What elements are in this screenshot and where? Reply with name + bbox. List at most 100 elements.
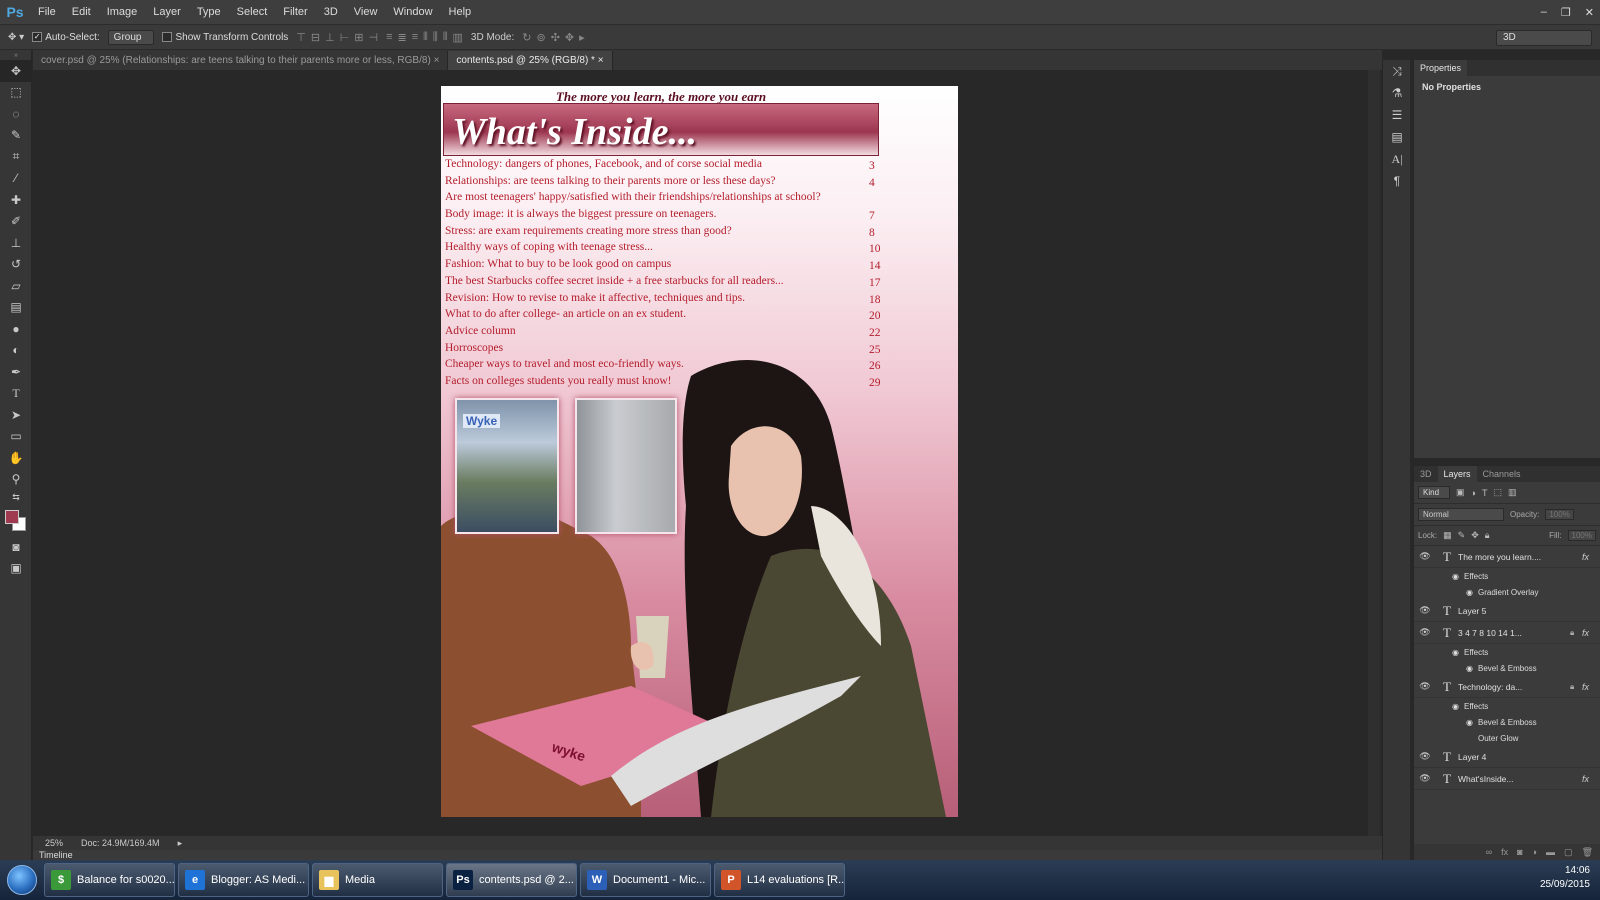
- blur-tool-icon[interactable]: ●: [0, 318, 32, 340]
- delete-layer-icon[interactable]: 🗑︎: [1582, 847, 1593, 858]
- visibility-eye-icon[interactable]: 👁︎: [1414, 627, 1436, 638]
- align-top-icon[interactable]: ⊤: [296, 31, 306, 44]
- opacity-field[interactable]: 100%: [1545, 509, 1574, 520]
- tab-properties[interactable]: Properties: [1414, 60, 1468, 76]
- lock-pixels-icon[interactable]: ✎: [1458, 530, 1466, 541]
- 3d-pan-icon[interactable]: ✣: [551, 31, 560, 44]
- align-vcenter-icon[interactable]: ⊟: [311, 31, 320, 44]
- effects-group[interactable]: ◉ Effects: [1414, 698, 1600, 714]
- timeline-panel[interactable]: Timeline: [33, 850, 1382, 860]
- tab-3d[interactable]: 3D: [1414, 466, 1438, 482]
- layer-kind-dropdown[interactable]: Kind: [1418, 486, 1451, 499]
- zoom-tool-icon[interactable]: ⚲: [0, 469, 32, 491]
- fx-badge[interactable]: fx: [1582, 552, 1600, 562]
- layer-row[interactable]: 👁︎ T What'sInside... fx: [1414, 768, 1600, 790]
- brush-tool-icon[interactable]: ✐: [0, 211, 32, 233]
- effects-group[interactable]: ◉ Effects: [1414, 568, 1600, 584]
- effect-eye-icon[interactable]: ◉: [1452, 572, 1459, 581]
- filter-adjustment-icon[interactable]: ◑: [1471, 488, 1476, 498]
- auto-select-target-dropdown[interactable]: Group: [107, 29, 155, 45]
- clone-stamp-tool-icon[interactable]: ⊥: [0, 232, 32, 254]
- system-clock[interactable]: 14:06 25/09/2015: [1540, 864, 1590, 892]
- lock-transparency-icon[interactable]: ▦: [1443, 530, 1452, 541]
- effect-eye-icon[interactable]: ◉: [1466, 588, 1473, 597]
- menu-filter[interactable]: Filter: [275, 0, 315, 24]
- quick-select-tool-icon[interactable]: ✎: [0, 125, 32, 147]
- distribute-left-icon[interactable]: ⫴: [423, 31, 428, 44]
- history-panel-icon[interactable]: ⤨: [1383, 60, 1411, 82]
- 3d-slide-icon[interactable]: ✥: [565, 31, 574, 44]
- menu-select[interactable]: Select: [229, 0, 276, 24]
- taskbar-item[interactable]: W Document1 - Mic...: [580, 863, 711, 897]
- fx-badge[interactable]: fx: [1582, 628, 1600, 638]
- menu-view[interactable]: View: [346, 0, 386, 24]
- hand-tool-icon[interactable]: ✋: [0, 447, 32, 469]
- effect-eye-icon[interactable]: ◉: [1466, 718, 1473, 727]
- color-swatches[interactable]: [0, 508, 32, 536]
- visibility-eye-icon[interactable]: 👁︎: [1414, 751, 1436, 762]
- workspace-dropdown[interactable]: 3D: [1496, 30, 1592, 46]
- new-group-icon[interactable]: ▬: [1546, 847, 1555, 857]
- tab-close-icon[interactable]: ×: [434, 55, 440, 66]
- effect-eye-icon[interactable]: ◉: [1452, 648, 1459, 657]
- taskbar-item[interactable]: e Blogger: AS Medi...: [178, 863, 309, 897]
- link-layers-icon[interactable]: ∞: [1486, 847, 1492, 857]
- menu-type[interactable]: Type: [189, 0, 229, 24]
- distribute-bottom-icon[interactable]: ≡: [412, 31, 418, 44]
- character-panel-icon[interactable]: A|: [1383, 148, 1411, 170]
- document-canvas[interactable]: wyke The more you learn, the more you ea…: [441, 86, 958, 817]
- filter-shape-icon[interactable]: ⬚: [1493, 487, 1502, 498]
- taskbar-item[interactable]: $ Balance for s0020...: [44, 863, 175, 897]
- tab-close-icon[interactable]: ×: [598, 55, 604, 66]
- lasso-tool-icon[interactable]: ◌: [0, 103, 32, 125]
- quick-mask-icon[interactable]: ◙: [0, 536, 32, 558]
- new-layer-icon[interactable]: ▢: [1564, 847, 1573, 858]
- move-tool-icon[interactable]: ✥: [0, 60, 32, 82]
- dodge-tool-icon[interactable]: ◐: [0, 340, 32, 362]
- rectangle-tool-icon[interactable]: ▭: [0, 426, 32, 448]
- vertical-scrollbar[interactable]: [1368, 70, 1380, 836]
- lock-all-icon[interactable]: 🔒︎: [1485, 530, 1490, 541]
- visibility-eye-icon[interactable]: 👁︎: [1414, 681, 1436, 692]
- visibility-eye-icon[interactable]: 👁︎: [1414, 551, 1436, 562]
- tab-channels[interactable]: Channels: [1477, 466, 1527, 482]
- visibility-eye-icon[interactable]: 👁︎: [1414, 773, 1436, 784]
- taskbar-item[interactable]: P L14 evaluations [R...: [714, 863, 845, 897]
- align-bottom-icon[interactable]: ⊥: [325, 31, 335, 44]
- layer-row[interactable]: 👁︎ T Technology: da... 🔒︎ fx: [1414, 676, 1600, 698]
- taskbar-item[interactable]: ▆ Media: [312, 863, 443, 897]
- effects-group[interactable]: ◉ Effects: [1414, 644, 1600, 660]
- type-tool-icon[interactable]: T: [0, 383, 32, 405]
- status-menu-arrow-icon[interactable]: ▸: [178, 838, 183, 849]
- layer-row[interactable]: 👁︎ T Layer 4: [1414, 746, 1600, 768]
- fx-badge[interactable]: fx: [1582, 682, 1600, 692]
- info-panel-icon[interactable]: ▤: [1383, 126, 1411, 148]
- effect-item[interactable]: ◉ Gradient Overlay: [1414, 584, 1600, 600]
- eyedropper-tool-icon[interactable]: ⁄: [0, 168, 32, 190]
- menu-layer[interactable]: Layer: [145, 0, 189, 24]
- layer-row[interactable]: 👁︎ T Layer 5: [1414, 600, 1600, 622]
- distribute-top-icon[interactable]: ≡: [386, 31, 392, 44]
- panel-collapse-icon[interactable]: »: [0, 50, 32, 60]
- filter-type-icon[interactable]: T: [1482, 488, 1488, 498]
- new-adjustment-icon[interactable]: ◑: [1532, 847, 1537, 857]
- menu-edit[interactable]: Edit: [64, 0, 99, 24]
- paragraph-panel-icon[interactable]: ¶: [1383, 170, 1411, 192]
- align-right-icon[interactable]: ⊣: [369, 31, 379, 44]
- marquee-tool-icon[interactable]: ⬚: [0, 82, 32, 104]
- effect-item[interactable]: ◉ Bevel & Emboss: [1414, 714, 1600, 730]
- menu-file[interactable]: File: [30, 0, 64, 24]
- distribute-hcenter-icon[interactable]: ⫼: [433, 31, 438, 44]
- blend-mode-dropdown[interactable]: Normal: [1418, 508, 1504, 521]
- swap-colors-icon[interactable]: ⇆: [0, 490, 32, 504]
- history-brush-tool-icon[interactable]: ↺: [0, 254, 32, 276]
- menu-3d[interactable]: 3D: [316, 0, 346, 24]
- zoom-level[interactable]: 25%: [45, 838, 63, 848]
- close-icon[interactable]: ✕: [1585, 6, 1594, 19]
- foreground-color-swatch[interactable]: [5, 510, 19, 524]
- lock-position-icon[interactable]: ✥: [1471, 530, 1479, 541]
- minimize-icon[interactable]: –: [1541, 6, 1547, 18]
- crop-tool-icon[interactable]: ⌗: [0, 146, 32, 168]
- start-button[interactable]: [0, 860, 44, 900]
- path-selection-tool-icon[interactable]: ➤: [0, 404, 32, 426]
